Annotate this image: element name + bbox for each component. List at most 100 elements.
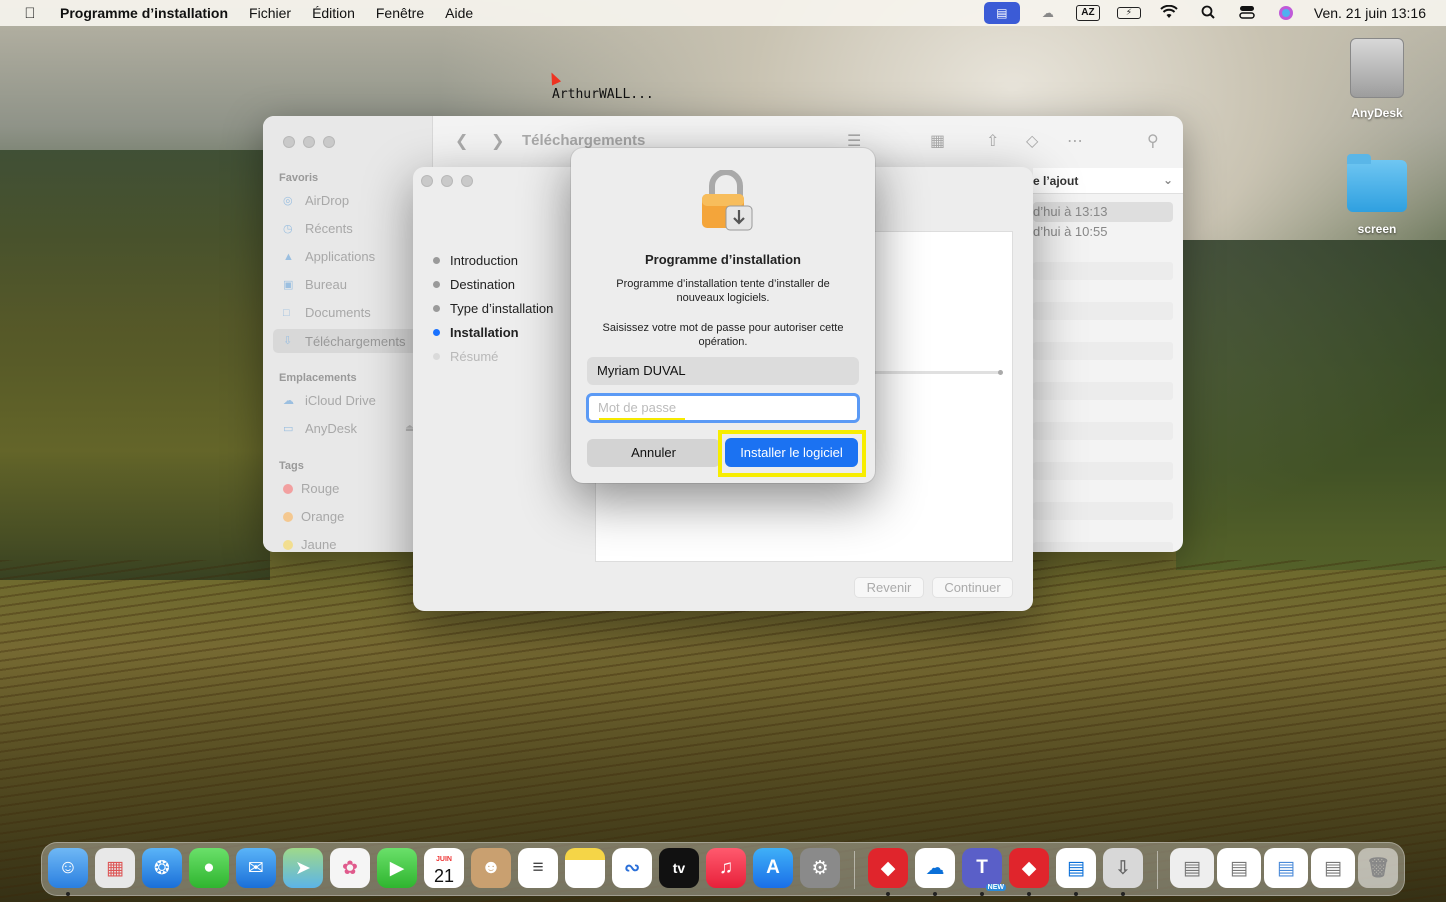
sidebar-item-applications[interactable]: ▲ Applications xyxy=(283,249,375,264)
empty-row xyxy=(1033,462,1173,480)
control-center-icon[interactable] xyxy=(1236,5,1258,21)
freeform-icon[interactable]: ∾ xyxy=(612,848,652,888)
empty-row xyxy=(1033,422,1173,440)
clock-icon: ◷ xyxy=(283,222,293,235)
menu-app-name[interactable]: Programme d’installation xyxy=(60,5,228,21)
notes-icon[interactable] xyxy=(565,848,605,888)
step-dot xyxy=(433,329,440,336)
teams-new-badge: NEW xyxy=(985,884,1006,891)
more-actions-icon[interactable]: ⋯ xyxy=(1067,131,1083,151)
back-button[interactable]: Revenir xyxy=(854,577,924,598)
safari-icon[interactable]: ❂ xyxy=(142,848,182,888)
drive-icon xyxy=(1350,38,1404,98)
zoom-button[interactable] xyxy=(461,175,473,187)
apple-tv-icon[interactable]: tv xyxy=(659,848,699,888)
launchpad-icon[interactable]: ▦ xyxy=(95,848,135,888)
sidebar-header-tags: Tags xyxy=(279,460,304,472)
messages-icon[interactable]: ● xyxy=(189,848,229,888)
finder-title: Téléchargements xyxy=(522,132,646,149)
sidebar-item-desktop[interactable]: ▣ Bureau xyxy=(283,277,347,292)
tag-color-dot xyxy=(283,539,293,550)
menu-clock[interactable]: Ven. 21 juin 13:16 xyxy=(1314,5,1426,21)
date-added-column-header[interactable]: e l’ajout ⌄ xyxy=(1033,168,1183,194)
sidebar-item-label: Téléchargements xyxy=(305,333,406,349)
minimize-button[interactable] xyxy=(441,175,453,187)
annotation-underline xyxy=(599,418,685,420)
cancel-button[interactable]: Annuler xyxy=(587,439,720,467)
spotlight-search-icon[interactable] xyxy=(1197,5,1219,21)
battery-icon[interactable]: ⚡ xyxy=(1116,7,1141,19)
mail-icon[interactable]: ✉ xyxy=(236,848,276,888)
menu-edition[interactable]: Édition xyxy=(312,5,355,21)
trash-icon[interactable]: 🗑 xyxy=(1358,848,1398,888)
photos-icon[interactable]: ✿ xyxy=(330,848,370,888)
share-icon[interactable]: ⇧ xyxy=(986,131,999,151)
desktop-icon-anydesk[interactable]: AnyDesk xyxy=(1337,38,1417,120)
tag-icon[interactable]: ◇ xyxy=(1026,131,1038,151)
menu-aide[interactable]: Aide xyxy=(445,5,473,21)
install-software-button[interactable]: Installer le logiciel xyxy=(725,438,858,467)
username-field[interactable]: Myriam DUVAL xyxy=(587,357,859,385)
maps-icon[interactable]: ➤ xyxy=(283,848,323,888)
anydesk-icon[interactable]: ◆ xyxy=(868,848,908,888)
column-header-label: e l’ajout xyxy=(1033,174,1079,188)
finder-icon[interactable]: ☺ xyxy=(48,848,88,888)
wifi-icon[interactable] xyxy=(1158,4,1180,21)
music-icon[interactable]: ♫ xyxy=(706,848,746,888)
close-button[interactable] xyxy=(283,136,295,148)
window-thumbnail-icon[interactable]: ▤ xyxy=(1264,848,1308,888)
remote-desktop-icon[interactable]: ▤ xyxy=(1056,848,1096,888)
cloud-icon[interactable]: ☁ xyxy=(1037,5,1059,21)
sidebar-tag-orange[interactable]: Orange xyxy=(283,509,344,524)
anydesk-admin-icon[interactable]: ◆ xyxy=(1009,848,1049,888)
back-arrow-icon[interactable]: ❮ xyxy=(455,131,468,151)
teams-icon[interactable]: T NEW xyxy=(962,848,1006,891)
menu-fichier[interactable]: Fichier xyxy=(249,5,291,21)
lock-icon xyxy=(702,170,753,231)
window-thumbnail-icon[interactable]: ▤ xyxy=(1217,848,1261,888)
siri-icon[interactable] xyxy=(1275,5,1297,21)
finder-window-controls xyxy=(283,136,335,148)
sidebar-item-anydesk[interactable]: ▭ AnyDesk ⏏ xyxy=(283,421,414,436)
close-button[interactable] xyxy=(421,175,433,187)
sidebar-tag-jaune[interactable]: Jaune xyxy=(283,537,336,552)
install-progress-bar xyxy=(873,369,1003,375)
password-field[interactable]: Mot de passe xyxy=(586,393,860,423)
calendar-day: 21 xyxy=(433,866,455,886)
app-store-icon[interactable]: A xyxy=(753,848,793,888)
chevron-down-icon: ⌄ xyxy=(1162,173,1173,187)
sidebar-item-icloud[interactable]: ☁ iCloud Drive xyxy=(283,393,376,408)
menu-fenetre[interactable]: Fenêtre xyxy=(376,5,424,21)
sidebar-item-downloads[interactable]: ⇩ Téléchargements xyxy=(273,329,423,353)
file-row[interactable]: d’hui à 10:55 xyxy=(1033,222,1173,242)
continue-button[interactable]: Continuer xyxy=(932,577,1013,598)
file-row[interactable]: d’hui à 13:13 xyxy=(1033,202,1173,222)
sidebar-item-recents[interactable]: ◷ Récents xyxy=(283,221,353,236)
sidebar-tag-rouge[interactable]: Rouge xyxy=(283,481,339,496)
facetime-icon[interactable]: ▶ xyxy=(377,848,417,888)
sidebar-item-label: AnyDesk xyxy=(305,421,358,436)
calendar-icon[interactable]: JUIN 21 xyxy=(424,848,464,888)
installer-icon[interactable]: ⇩ xyxy=(1103,848,1143,888)
search-icon[interactable]: ⚲ xyxy=(1147,131,1159,151)
sidebar-item-airdrop[interactable]: ◎ AirDrop xyxy=(283,193,349,208)
sidebar-header-locations: Emplacements xyxy=(279,372,357,384)
window-thumbnail-icon[interactable]: ▤ xyxy=(1311,848,1355,888)
desktop-icon: ▣ xyxy=(283,278,294,291)
step-label: Destination xyxy=(450,277,516,292)
minimize-button[interactable] xyxy=(303,136,315,148)
group-icon[interactable]: ▦ xyxy=(930,131,945,151)
system-settings-icon[interactable]: ⚙ xyxy=(800,848,840,888)
reminders-icon[interactable]: ≡ xyxy=(518,848,558,888)
input-source-indicator[interactable]: AZ xyxy=(1075,5,1100,21)
running-indicator xyxy=(933,892,937,896)
onedrive-icon[interactable]: ☁ xyxy=(915,848,955,888)
apple-menu-icon[interactable]:  xyxy=(0,5,60,22)
zoom-button[interactable] xyxy=(323,136,335,148)
window-thumbnail-icon[interactable]: ▤ xyxy=(1170,848,1214,888)
screen-mirroring-icon[interactable]: ▤ xyxy=(983,2,1020,24)
contacts-icon[interactable]: ☻ xyxy=(471,848,511,888)
desktop-icon-screen[interactable]: screen xyxy=(1337,154,1417,236)
forward-arrow-icon[interactable]: ❯ xyxy=(491,131,504,151)
sidebar-item-documents[interactable]: □ Documents xyxy=(283,305,371,320)
